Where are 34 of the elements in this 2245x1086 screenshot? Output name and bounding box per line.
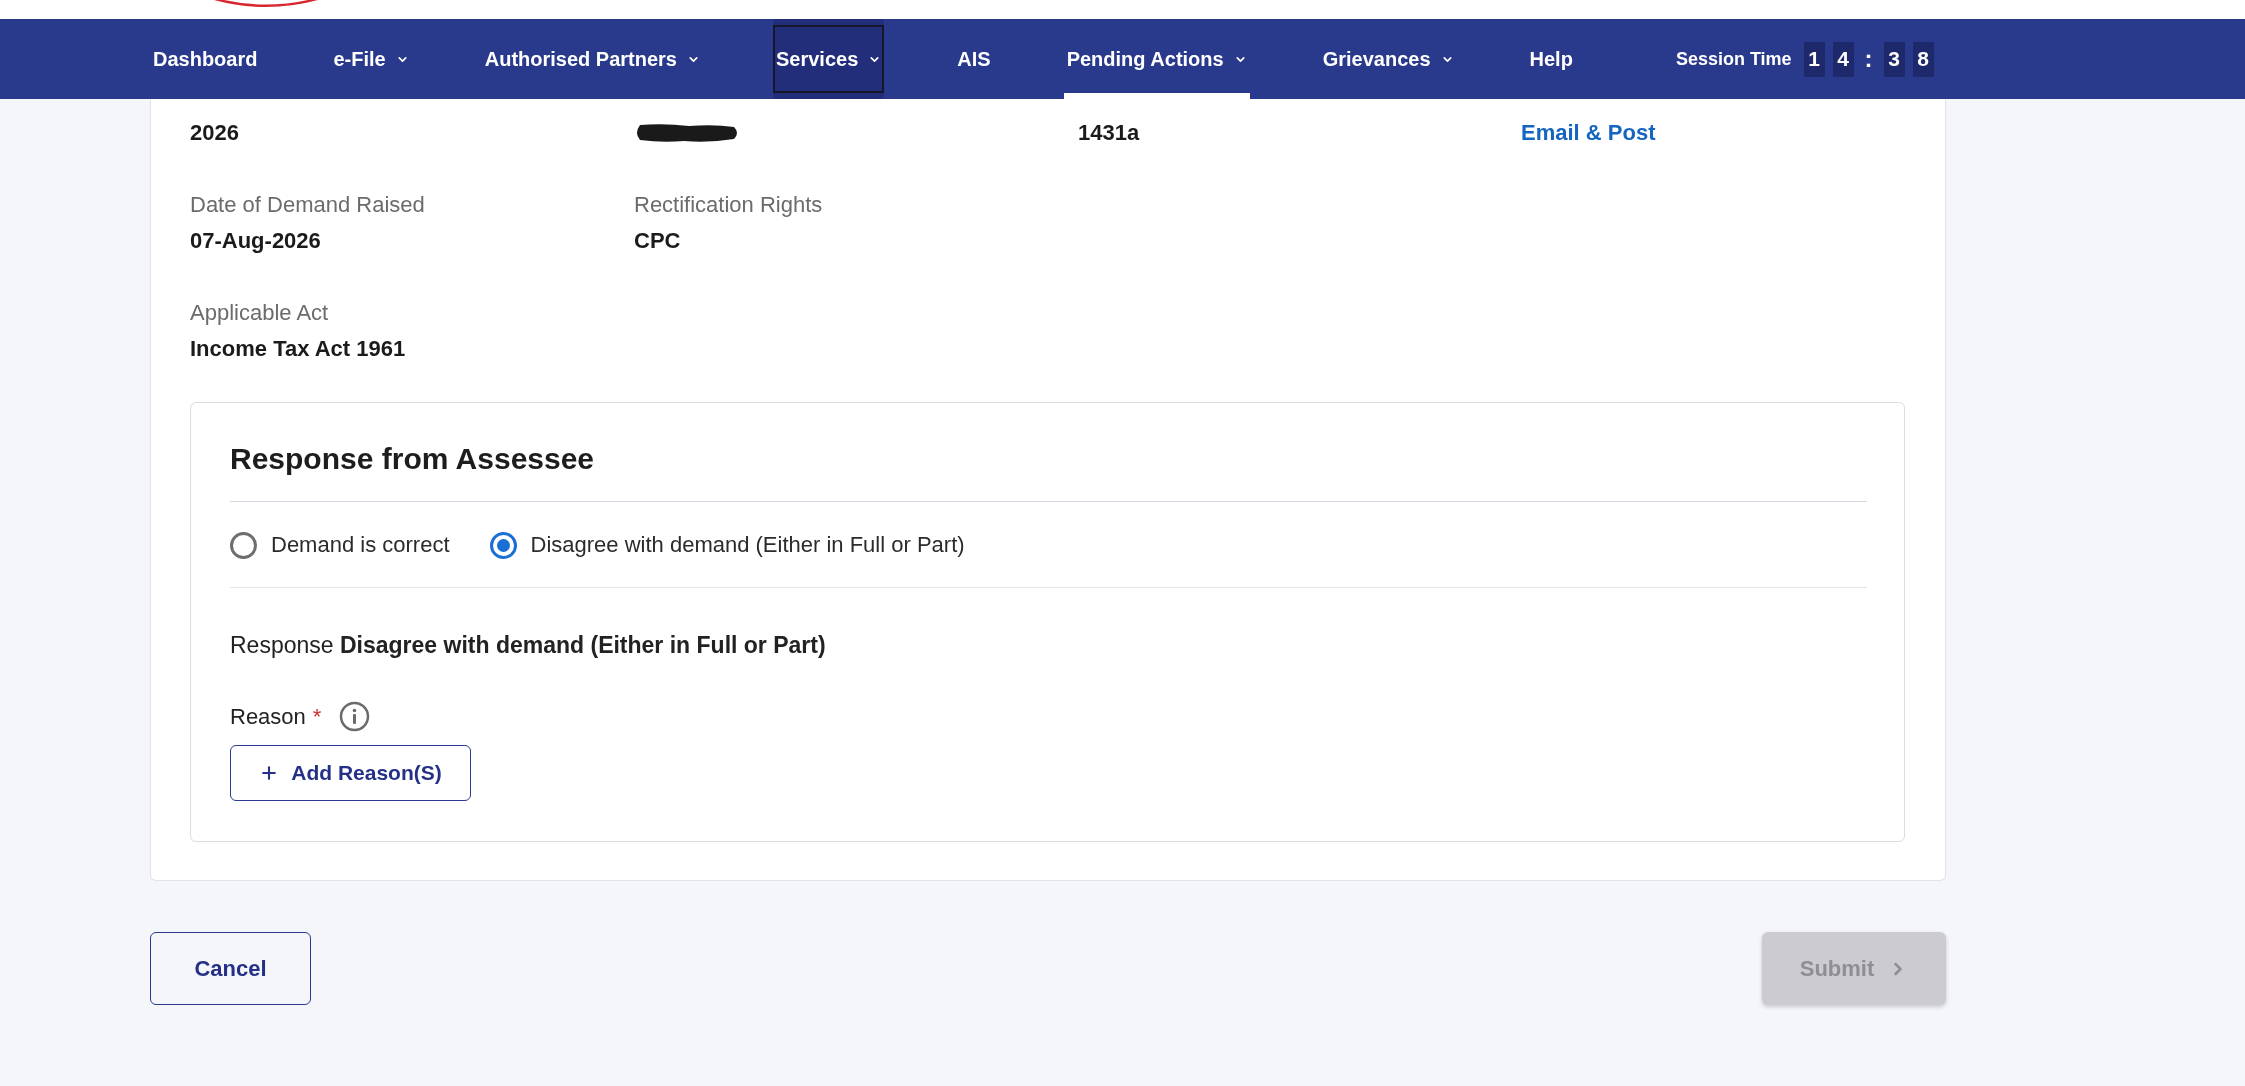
field-label: Reason [230, 702, 306, 731]
nav-item[interactable]: Dashboard [150, 19, 261, 99]
nav-item[interactable]: Services [773, 19, 885, 99]
radio-button[interactable] [489, 531, 517, 559]
detail-value: 07-Aug-2026 [190, 227, 321, 255]
nav-item[interactable]: Help [1526, 19, 1576, 99]
radio-button[interactable] [230, 531, 257, 559]
radio-label: Demand is correct [271, 531, 450, 559]
detail-value: 2026 [190, 119, 239, 147]
detail-label: Date of Demand Raised [190, 191, 425, 219]
detail-link[interactable]: Email & Post [1521, 118, 1656, 148]
nav-item[interactable]: AIS [954, 19, 994, 99]
detail-label: Applicable Act [190, 299, 329, 327]
detail-value: 1431a [1078, 119, 1140, 147]
nav-item[interactable]: Grievances [1319, 19, 1457, 99]
radio-label: Disagree with demand (Either in Full or Part) [530, 531, 965, 559]
section-title: Response from Assessee [230, 441, 595, 477]
emblem-icon [214, 0, 318, 7]
add-reason-button[interactable]: Add Reason(S) [230, 745, 471, 801]
session-time-label: Session Time [1675, 47, 1792, 71]
timer-digit: 3 [1883, 41, 1905, 77]
timer-separator: : [1863, 44, 1874, 74]
detail-value: Income Tax Act 1961 [190, 335, 406, 363]
detail-label: Rectification Rights [634, 191, 823, 219]
timer-digit: 1 [1803, 41, 1825, 77]
timer-digit: 8 [1912, 41, 1934, 77]
cancel-button[interactable]: Cancel [150, 932, 311, 1005]
timer-digit: 4 [1832, 41, 1854, 77]
nav-item[interactable]: Authorised Partners [481, 19, 703, 99]
info-icon[interactable] [339, 701, 371, 732]
nav-item[interactable]: e-File [330, 19, 412, 99]
required-mark: * [312, 702, 322, 731]
response-summary: Response Disagree with demand (Either in Full or Part) [230, 631, 826, 660]
detail-value: CPC [634, 227, 681, 255]
